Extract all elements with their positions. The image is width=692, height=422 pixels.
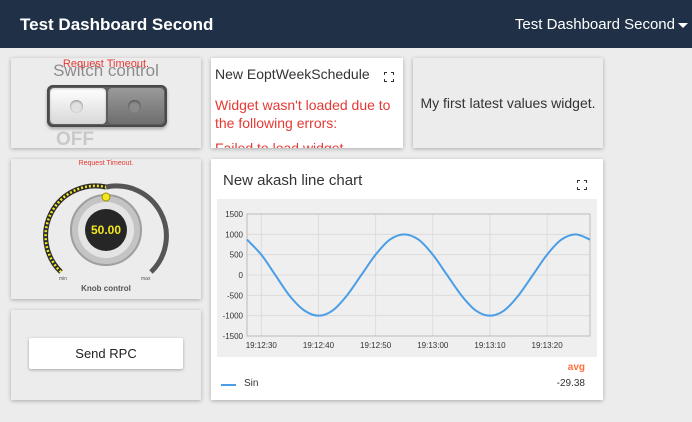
switch-indicator-dot	[70, 100, 83, 113]
latest-values-widget: My first latest values widget.	[413, 58, 603, 148]
knob-indicator	[101, 192, 111, 202]
widget-error-detail: Failed to load widget	[215, 140, 344, 148]
x-tick-label: 19:12:40	[303, 341, 335, 350]
y-tick-label: -1000	[223, 312, 244, 321]
legend-series-avg: -29.38	[556, 378, 585, 389]
line-chart-widget: New akash line chart 1500 1000 500 0 -500 -10…	[211, 159, 603, 400]
y-tick-label: -500	[227, 291, 244, 300]
y-tick-label: 1500	[225, 210, 243, 219]
x-tick-label: 19:12:30	[246, 341, 278, 350]
rpc-button-widget: Send RPC	[11, 310, 201, 400]
x-tick-label: 19:13:20	[532, 341, 564, 350]
widget-error-message: Widget wasn't loaded due to the followin…	[215, 97, 391, 131]
schedule-widget: New EoptWeekSchedule Widget wasn't loade…	[211, 58, 403, 148]
knob-value: 50.00	[91, 223, 121, 237]
switch-error-message: Request Timeout.	[62, 58, 150, 70]
x-tick-label: 19:13:10	[474, 341, 506, 350]
knob-control-widget: Request Timeout. 50.00 min max Knob cont…	[11, 159, 201, 299]
latest-values-text: My first latest values widget.	[420, 95, 596, 111]
legend-avg-header: avg	[567, 362, 585, 373]
chart-title: New akash line chart	[223, 172, 363, 189]
schedule-widget-title: New EoptWeekSchedule	[215, 66, 370, 82]
fullscreen-icon[interactable]	[577, 180, 587, 190]
y-tick-label: -1500	[223, 332, 244, 341]
y-tick-label: 0	[239, 271, 244, 280]
knob-min-label: min	[59, 276, 68, 282]
switch-toggle[interactable]	[47, 85, 167, 127]
switch-on-side	[108, 88, 164, 124]
dashboard-selector-label: Test Dashboard Second	[514, 16, 675, 33]
y-tick-label: 500	[230, 251, 244, 260]
switch-off-side	[50, 88, 106, 124]
top-toolbar: Test Dashboard Second Test Dashboard Sec…	[0, 0, 692, 48]
knob-label: Knob control	[81, 284, 131, 293]
x-tick-label: 19:12:50	[360, 341, 392, 350]
legend-series-color	[221, 384, 236, 386]
chevron-down-icon	[678, 22, 688, 28]
dashboard-title: Test Dashboard Second	[20, 15, 214, 34]
switch-indicator-dot	[128, 100, 141, 113]
send-rpc-button[interactable]: Send RPC	[29, 338, 183, 369]
chart-plot-area: 1500 1000 500 0 -500 -1000 -1500 19:12:30 19:12:…	[217, 199, 597, 357]
fullscreen-icon[interactable]	[384, 72, 394, 82]
dashboard-selector[interactable]: Test Dashboard Second	[515, 16, 688, 33]
line-chart: 1500 1000 500 0 -500 -1000 -150019:12:30 19:12:…	[223, 210, 591, 350]
legend-series-name[interactable]: Sin	[244, 378, 258, 389]
switch-control-widget: Switch control Request Timeout. OFF	[11, 58, 201, 148]
x-tick-label: 19:13:00	[417, 341, 449, 350]
knob-dial[interactable]: 50.00	[11, 159, 201, 299]
switch-state-label: OFF	[56, 129, 94, 148]
knob-max-label: max	[141, 276, 151, 282]
y-tick-label: 1000	[225, 230, 243, 239]
